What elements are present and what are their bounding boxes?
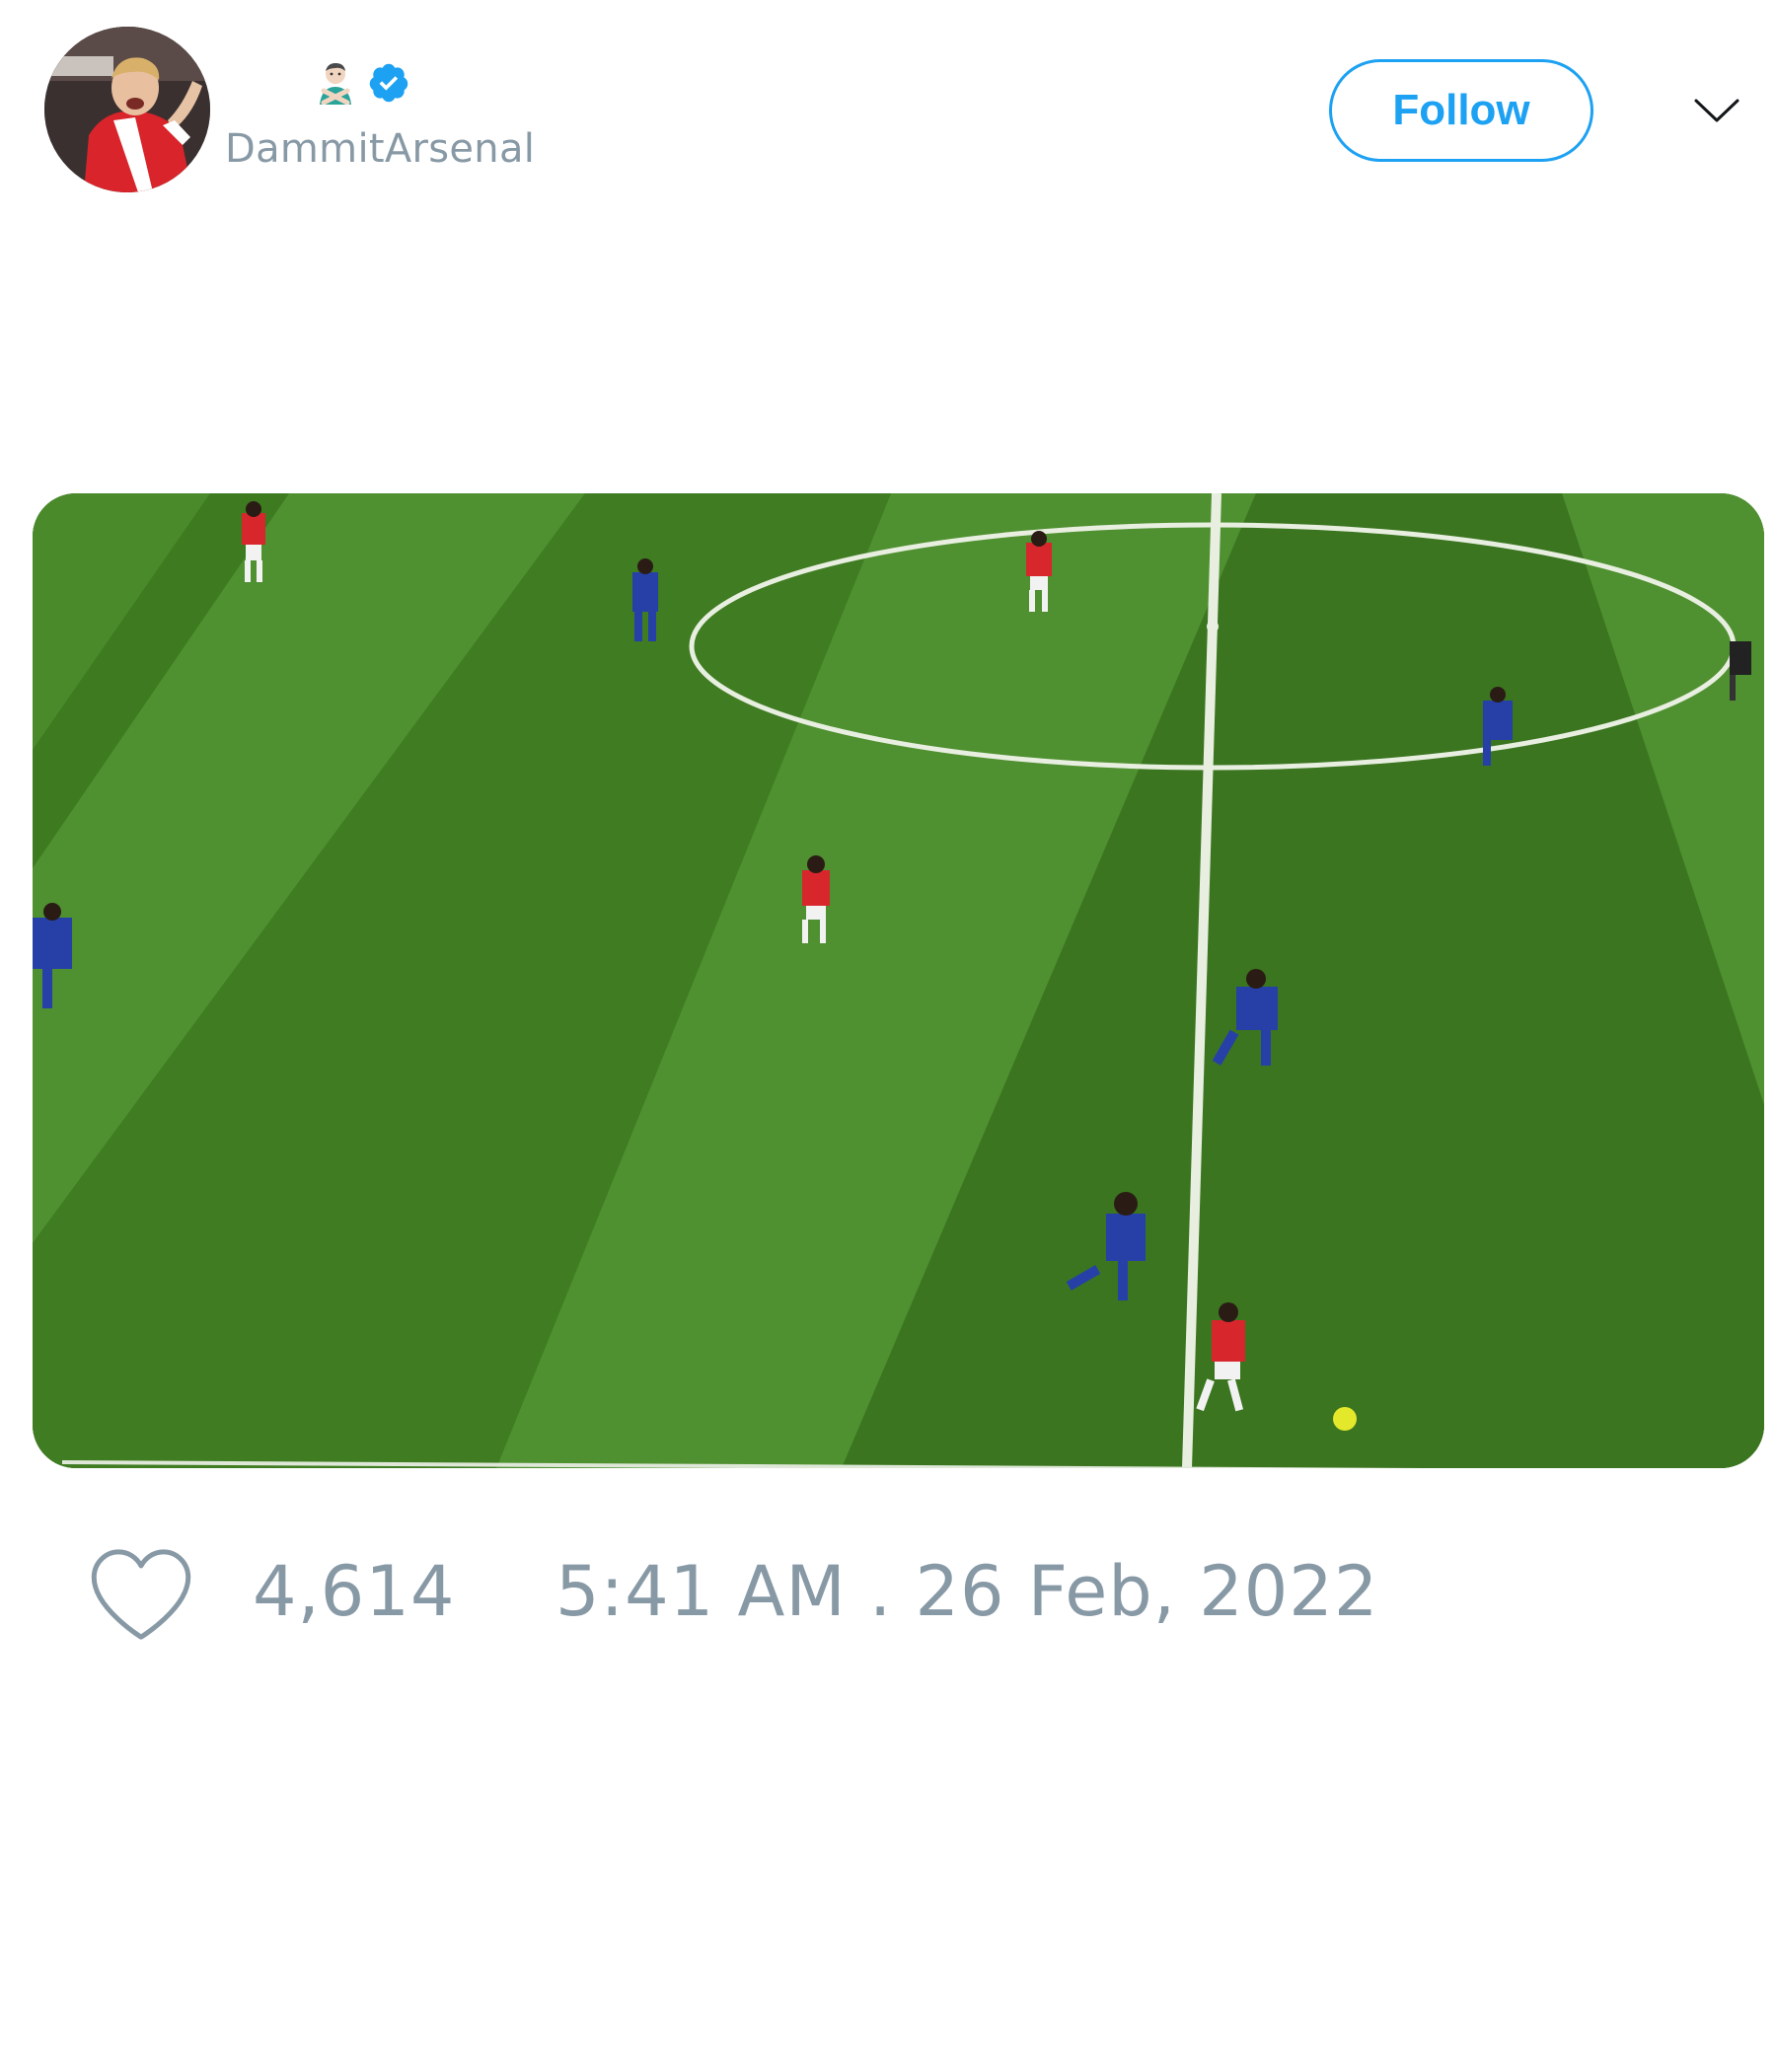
author-avatar[interactable] [44,27,210,192]
author-handle[interactable]: DammitArsenal [225,126,535,172]
verified-badge-icon [367,61,410,105]
follow-button[interactable]: Follow [1329,59,1593,162]
like-count: 4,614 [253,1551,456,1632]
tweet-header: DammitArsenal Follow [0,0,1776,217]
like-button[interactable] [87,1545,195,1644]
heart-icon [91,1549,191,1640]
football-pitch-video-frame [33,493,1764,1468]
tweet-media-video[interactable] [33,493,1764,1468]
display-name [314,59,410,107]
more-options-button[interactable] [1687,87,1746,134]
tweet-timestamp[interactable]: 5:41 AM . 26 Feb, 2022 [555,1551,1378,1632]
tweet-actions: 4,614 5:41 AM . 26 Feb, 2022 [87,1539,1665,1648]
person-gesturing-no-emoji-icon [314,61,357,106]
chevron-down-icon [1694,99,1739,122]
avatar-image [44,27,210,192]
